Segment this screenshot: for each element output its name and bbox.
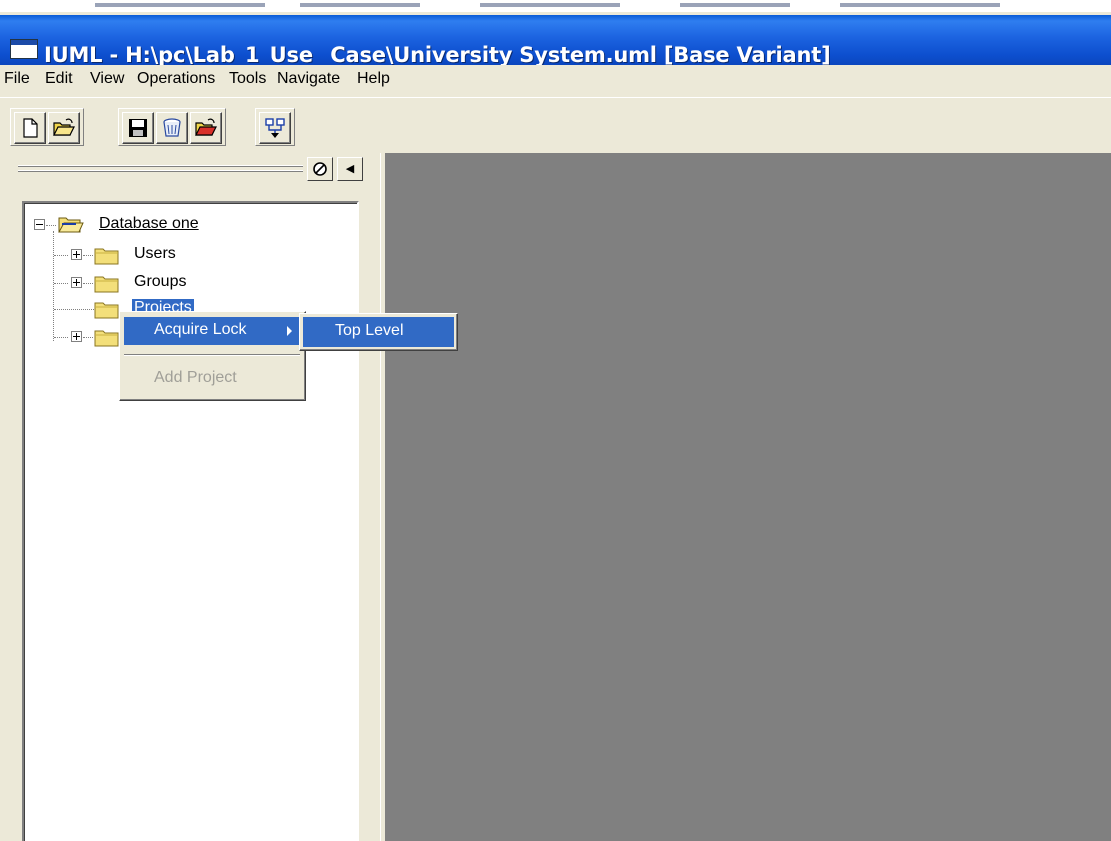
toolbar-group-file [10, 108, 84, 146]
browser-panel: ◀ Database one Users Groups Projects [0, 153, 380, 841]
submenu: Top Level [299, 313, 458, 351]
collapse-panel-button[interactable]: ◀ [337, 157, 363, 181]
pin-button[interactable] [307, 157, 333, 181]
tree-connector [83, 283, 93, 284]
tree-root-label[interactable]: Database one [99, 215, 199, 233]
open-project-button[interactable] [190, 112, 222, 144]
chevron-left-icon: ◀ [345, 162, 355, 175]
tree-connector [54, 337, 68, 338]
save-button[interactable] [122, 112, 154, 144]
tree-connector [54, 309, 94, 310]
tree-connector [53, 231, 54, 341]
application-window: IUML - H:\pc\Lab_1_Use _Case\University … [0, 0, 1111, 841]
folder-icon [94, 248, 119, 265]
background-strip [0, 0, 1111, 12]
menu-item-top-level[interactable]: Top Level [303, 317, 454, 347]
tree-connector [46, 225, 56, 226]
menu-tools[interactable]: Tools [229, 70, 266, 88]
diagram-tree-icon [265, 118, 285, 138]
expand-toggle-icon[interactable] [71, 249, 82, 260]
tree-connector [83, 337, 93, 338]
save-disk-icon [129, 119, 147, 137]
open-folder-icon [58, 217, 84, 233]
menu-navigate[interactable]: Navigate [277, 70, 340, 88]
menu-item-label: Acquire Lock [154, 321, 247, 338]
folder-icon [94, 276, 119, 293]
new-button[interactable] [14, 112, 46, 144]
collapse-toggle-icon[interactable] [34, 219, 45, 230]
menu-operations[interactable]: Operations [137, 70, 215, 88]
submenu-arrow-icon [287, 326, 292, 336]
context-menu: Acquire Lock Add Project [119, 311, 306, 401]
diagram-workspace[interactable] [385, 153, 1111, 841]
menu-separator [124, 354, 300, 356]
tree-connector [83, 255, 93, 256]
menu-file[interactable]: File [4, 70, 30, 88]
menu-item-acquire-lock[interactable]: Acquire Lock [124, 317, 300, 345]
menu-item-label: Top Level [335, 322, 404, 339]
menu-view[interactable]: View [90, 70, 124, 88]
title-bar[interactable]: IUML - H:\pc\Lab_1_Use _Case\University … [0, 15, 1111, 67]
tree-connector [54, 283, 68, 284]
expand-toggle-icon[interactable] [71, 277, 82, 288]
project-tree: Database one Users Groups Projects [22, 201, 359, 841]
tree-item-users[interactable]: Users [134, 245, 176, 263]
folder-icon [94, 302, 119, 319]
menu-bar: File Edit View Operations Tools Navigate… [0, 65, 1111, 95]
pin-icon [313, 162, 327, 176]
menu-edit[interactable]: Edit [45, 70, 73, 88]
open-red-folder-icon [195, 118, 217, 136]
delete-button[interactable] [156, 112, 188, 144]
menu-item-label: Add Project [154, 369, 237, 386]
open-folder-icon [53, 118, 75, 136]
window-title: IUML - H:\pc\Lab_1_Use _Case\University … [44, 43, 831, 67]
new-document-icon [23, 118, 38, 138]
toolbar-group-diagram [255, 108, 295, 146]
tree-connector [54, 255, 68, 256]
toolbar [0, 97, 1111, 153]
toolbar-group-save [118, 108, 226, 146]
recycle-bin-icon [163, 118, 181, 137]
open-button[interactable] [48, 112, 80, 144]
menu-item-add-project: Add Project [124, 365, 300, 393]
menu-help[interactable]: Help [357, 70, 390, 88]
app-window-icon[interactable] [10, 39, 38, 59]
diagram-button[interactable] [259, 112, 291, 144]
tree-item-groups[interactable]: Groups [134, 273, 186, 291]
panel-grip[interactable] [18, 163, 303, 175]
expand-toggle-icon[interactable] [71, 331, 82, 342]
folder-icon [94, 330, 119, 347]
